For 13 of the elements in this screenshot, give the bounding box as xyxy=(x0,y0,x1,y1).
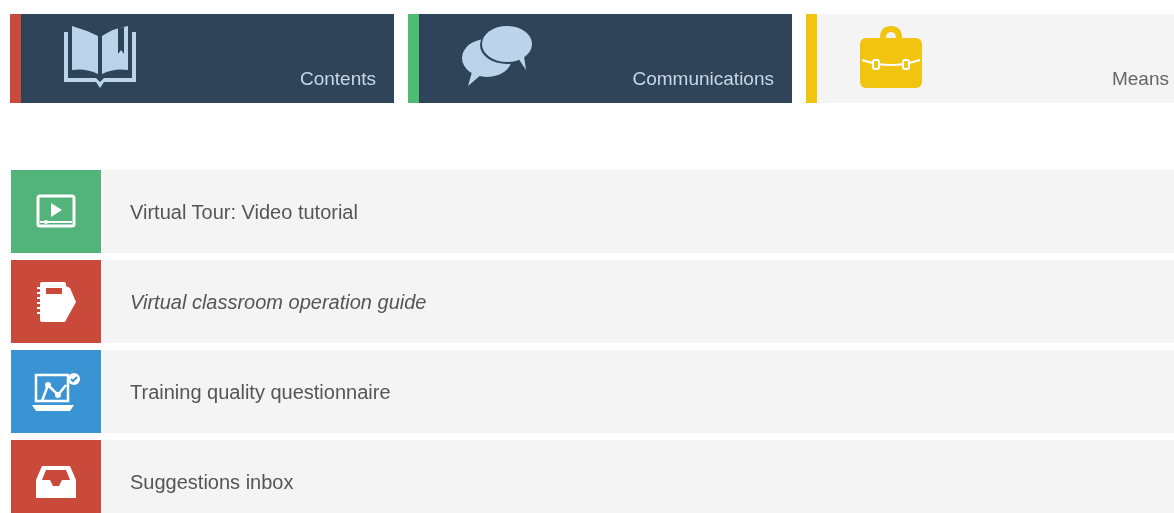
link-row[interactable]: Virtual classroom operation guide xyxy=(11,260,1174,343)
laptop-chart-icon xyxy=(30,370,82,413)
briefcase-icon xyxy=(858,24,924,90)
category-tile[interactable]: Communications xyxy=(408,14,792,103)
notebook-icon xyxy=(34,279,78,324)
link-row[interactable]: Suggestions inbox xyxy=(11,440,1174,513)
inbox-tray-icon xyxy=(34,463,78,500)
category-tile[interactable]: Contents xyxy=(10,14,394,103)
video-player-icon xyxy=(36,193,76,230)
category-tile[interactable]: Means xyxy=(806,14,1174,103)
open-book-icon xyxy=(62,24,138,90)
link-row[interactable]: Training quality questionnaire xyxy=(11,350,1174,433)
link-row[interactable]: Virtual Tour: Video tutorial xyxy=(11,170,1174,253)
